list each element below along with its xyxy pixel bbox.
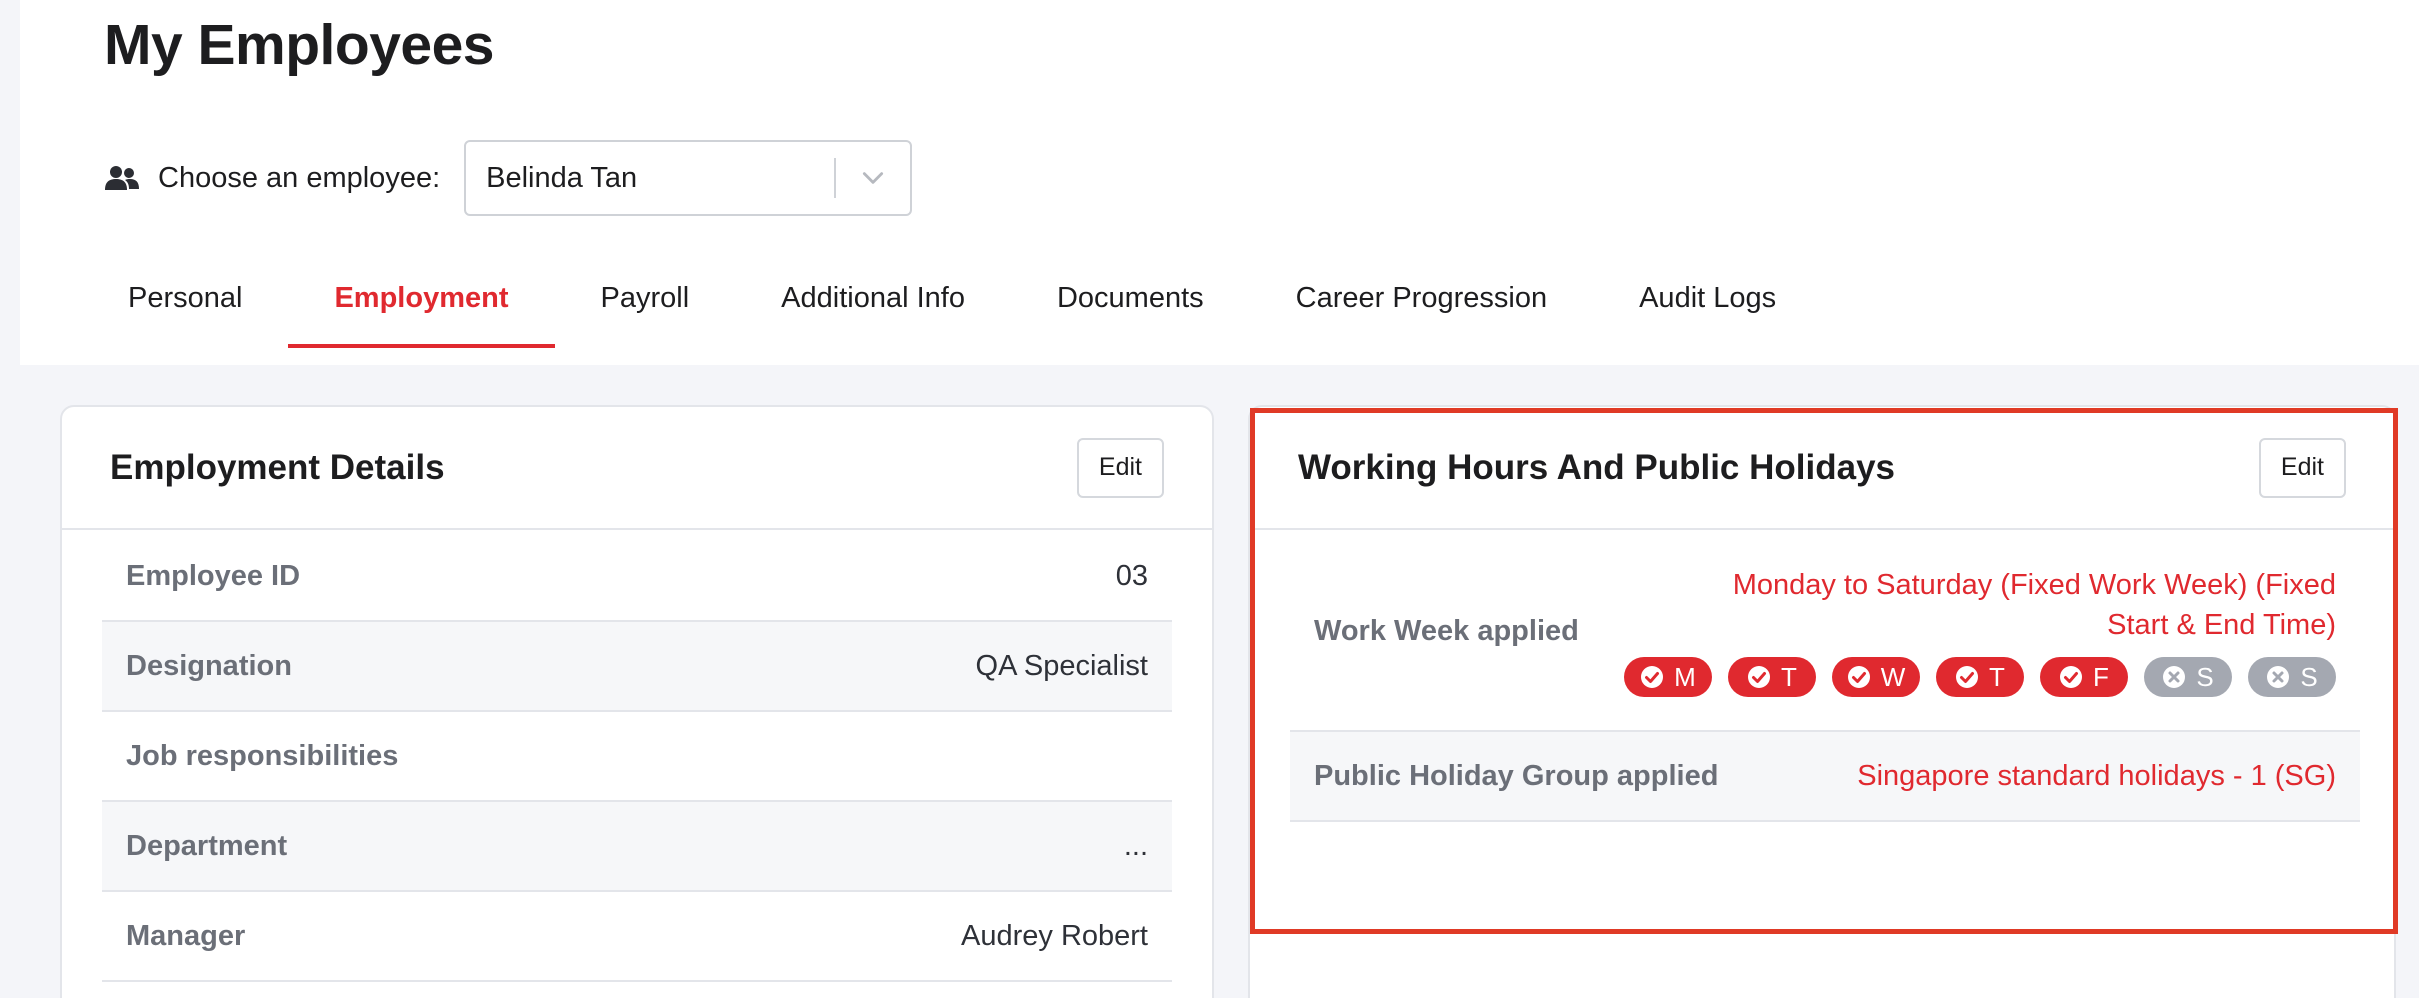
detail-label: Job responsibilities <box>126 739 399 772</box>
detail-value: ... <box>1123 829 1148 862</box>
employment-details-header: Employment Details Edit <box>62 407 1212 530</box>
employee-chooser: Choose an employee: Belinda Tan <box>104 140 913 216</box>
employee-chooser-label: Choose an employee: <box>158 161 441 194</box>
tab-payroll[interactable]: Payroll <box>555 248 736 348</box>
tab-career-progression[interactable]: Career Progression <box>1250 248 1593 348</box>
detail-row-designation: Designation QA Specialist <box>102 622 1172 712</box>
detail-label: Designation <box>126 649 292 682</box>
detail-value: Audrey Robert <box>961 919 1148 952</box>
detail-row-manager: Manager Audrey Robert <box>102 892 1172 982</box>
detail-row-department: Department ... <box>102 802 1172 892</box>
employee-tabs: Personal Employment Payroll Additional I… <box>82 248 1822 348</box>
detail-value: QA Specialist <box>975 649 1148 682</box>
employment-details-list: Employee ID 03 Designation QA Specialist… <box>102 532 1172 982</box>
detail-label: Employee ID <box>126 559 301 592</box>
people-icon <box>104 164 140 192</box>
detail-value: 03 <box>1115 559 1148 592</box>
chevron-down-icon[interactable] <box>836 165 910 191</box>
employment-details-edit-button[interactable]: Edit <box>1076 437 1164 498</box>
tab-personal[interactable]: Personal <box>82 248 288 348</box>
tab-audit-logs[interactable]: Audit Logs <box>1593 248 1822 348</box>
detail-label: Manager <box>126 919 246 952</box>
employee-select[interactable]: Belinda Tan <box>464 140 913 216</box>
employment-details-title: Employment Details <box>110 447 445 487</box>
employee-select-value: Belinda Tan <box>486 161 638 194</box>
page-header: My Employees Choose an employee: Belinda… <box>20 0 2419 365</box>
detail-row-employee-id: Employee ID 03 <box>102 532 1172 622</box>
page-title: My Employees <box>104 13 495 77</box>
tab-documents[interactable]: Documents <box>1011 248 1250 348</box>
employment-details-card: Employment Details Edit Employee ID 03 D… <box>60 405 1214 998</box>
tab-additional-info[interactable]: Additional Info <box>735 248 1011 348</box>
detail-row-job-responsibilities: Job responsibilities <box>102 712 1172 802</box>
tab-employment[interactable]: Employment <box>288 248 555 348</box>
detail-label: Department <box>126 829 288 862</box>
highlight-box <box>1250 408 2398 934</box>
